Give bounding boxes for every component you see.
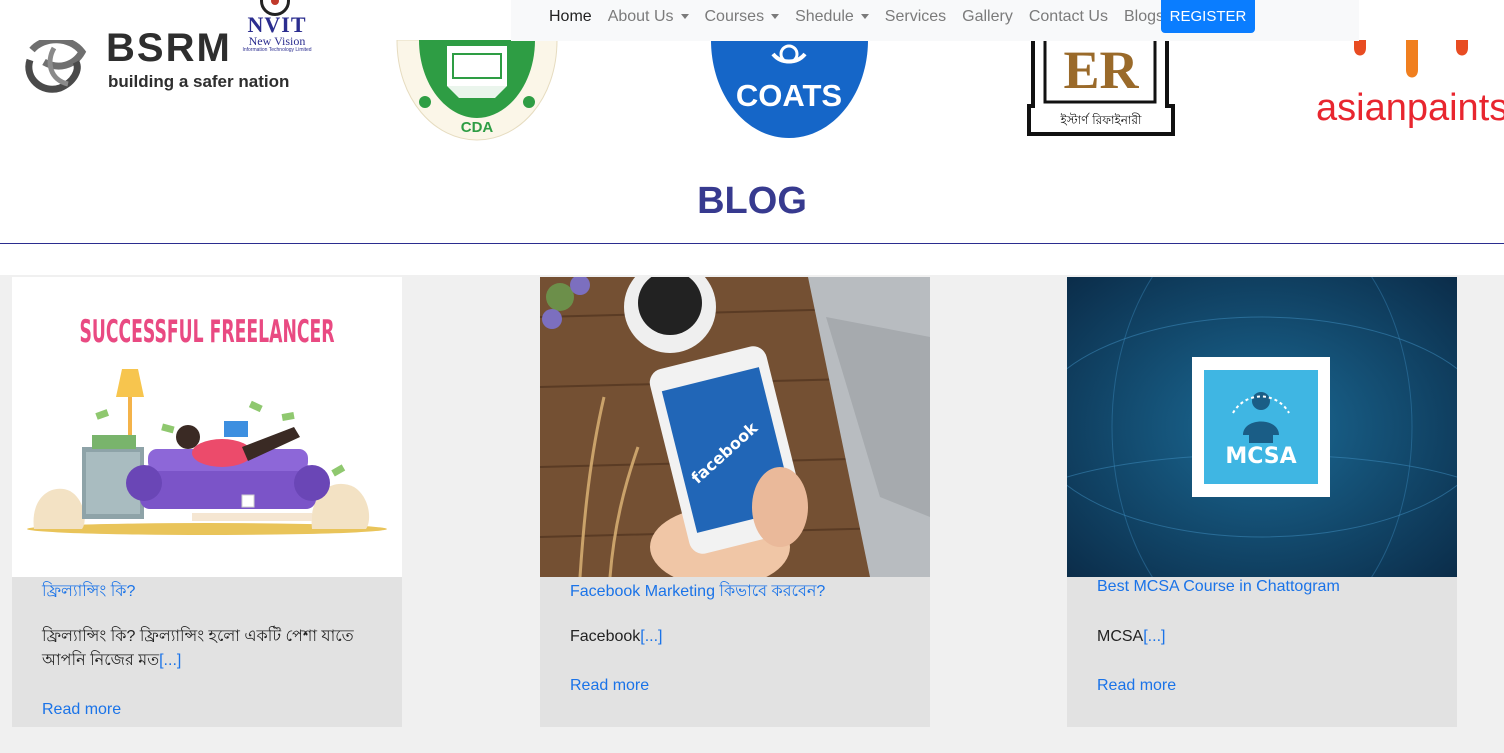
blog-card: SUCCESSFUL FREELANCER ফ্রিল্যান্সিং কি? …: [12, 277, 402, 727]
blog-card-image[interactable]: facebook: [540, 277, 930, 577]
blog-card-excerpt: MCSA[...]: [1097, 628, 1166, 645]
blog-divider: [0, 243, 1504, 244]
freelancer-image-caption: SUCCESSFUL FREELANCER: [80, 314, 335, 350]
register-button[interactable]: REGISTER: [1161, 0, 1255, 33]
nav-courses[interactable]: Courses: [705, 8, 780, 26]
excerpt-more-link[interactable]: [...]: [1143, 628, 1165, 645]
partner-logo-cda[interactable]: CDA: [395, 39, 560, 142]
nav-contact-us[interactable]: Contact Us: [1029, 8, 1108, 26]
blog-card-excerpt: ফ্রিল্যান্সিং কি? ফ্রিল্যান্সিং হলো একটি…: [42, 628, 354, 669]
eastern-refinery-emblem-icon: ER ইস্টার্ণ রিফাইনারী: [1027, 40, 1175, 136]
er-monogram: ER: [1063, 40, 1139, 100]
cda-seal-icon: CDA: [396, 39, 558, 141]
blog-card-title[interactable]: Best MCSA Course in Chattogram: [1097, 578, 1340, 596]
read-more-link[interactable]: Read more: [570, 677, 649, 695]
asianpaints-mark-icon: asianpaints: [1316, 40, 1504, 129]
nav-blogs[interactable]: Blogs: [1124, 8, 1164, 26]
nav-services[interactable]: Services: [885, 8, 946, 26]
nav-about-us[interactable]: About Us: [608, 8, 689, 26]
read-more-link[interactable]: Read more: [1097, 677, 1176, 695]
caret-down-icon: [860, 14, 869, 19]
mcsa-badge-text: MCSA: [1225, 444, 1296, 469]
nav-home[interactable]: Home: [549, 8, 592, 26]
partner-logos-strip: BSRM building a safer nation CDA COATS E…: [0, 28, 1504, 150]
bsrm-tagline: building a safer nation: [108, 72, 290, 91]
bsrm-knot-icon: [25, 40, 87, 93]
logo-subtitle: New Vision: [248, 34, 306, 48]
partner-logo-asianpaints[interactable]: asianpaints: [1314, 40, 1504, 140]
blog-card-title[interactable]: Facebook Marketing কিভাবে করবেন?: [570, 578, 825, 605]
partner-logo-coats[interactable]: COATS: [711, 40, 868, 138]
blog-card-image[interactable]: MCSA: [1067, 277, 1457, 577]
caret-down-icon: [680, 14, 689, 19]
caret-down-icon: [771, 14, 780, 19]
nav-shedule[interactable]: Shedule: [795, 8, 869, 26]
er-bangla-label: ইস্টার্ণ রিফাইনারী: [1060, 113, 1142, 127]
blog-card-image[interactable]: SUCCESSFUL FREELANCER: [12, 277, 402, 577]
coats-roundel-icon: COATS: [711, 40, 868, 138]
excerpt-more-link[interactable]: [...]: [159, 652, 181, 669]
cda-label: CDA: [461, 119, 494, 136]
nav-list: Home About Us Courses Shedule Services G…: [549, 0, 1180, 33]
blog-card: facebook Facebook Marketing কিভাবে করবেন…: [540, 277, 930, 727]
partner-logo-eastern-refinery[interactable]: ER ইস্টার্ণ রিফাইনারী: [1027, 40, 1175, 136]
logo-name: NVIT: [247, 12, 307, 37]
read-more-link[interactable]: Read more: [42, 701, 121, 719]
site-logo[interactable]: NVIT New Vision Information Technology L…: [236, 0, 318, 54]
nav-gallery[interactable]: Gallery: [962, 8, 1013, 26]
logo-tagline: Information Technology Limited: [242, 47, 312, 53]
blog-card-title[interactable]: ফ্রিল্যান্সিং কি?: [42, 578, 135, 605]
blog-card-excerpt: Facebook[...]: [570, 628, 663, 645]
coats-label: COATS: [736, 78, 842, 113]
bsrm-wordmark: BSRM: [106, 26, 232, 70]
blog-card: MCSA Best MCSA Course in Chattogram MCSA…: [1067, 277, 1457, 727]
excerpt-more-link[interactable]: [...]: [640, 628, 662, 645]
blog-heading: BLOG: [697, 180, 807, 222]
main-navbar: Home About Us Courses Shedule Services G…: [511, 0, 1359, 41]
asianpaints-label: asianpaints: [1316, 87, 1504, 129]
